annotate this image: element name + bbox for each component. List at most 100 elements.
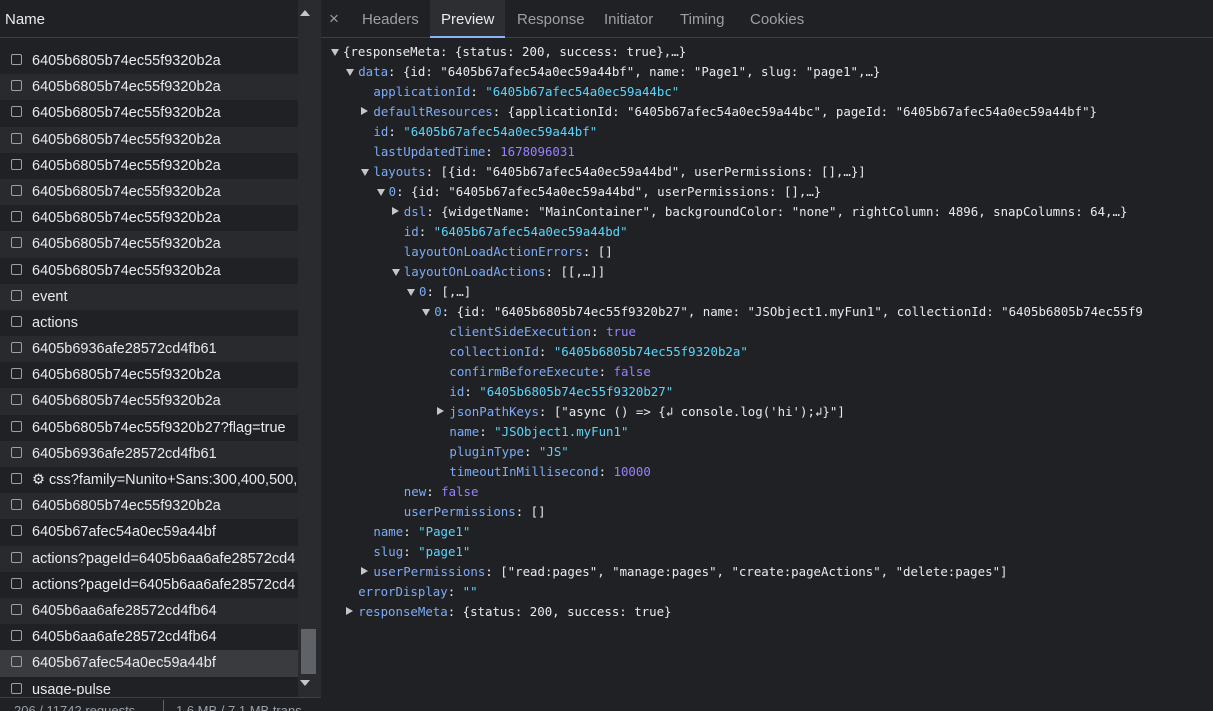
request-list-item[interactable]: 6405b6805b74ec55f9320b2a bbox=[0, 126, 298, 153]
request-list-item[interactable]: 6405b6805b74ec55f9320b2a bbox=[0, 205, 298, 231]
list-item-partial[interactable] bbox=[0, 38, 298, 48]
request-list-item[interactable]: ⚙ css?family=Nunito+Sans:300,400,500, bbox=[0, 467, 298, 493]
request-list-item[interactable]: usage-pulse bbox=[0, 677, 298, 695]
request-list-item[interactable]: 6405b6805b74ec55f9320b2a bbox=[0, 74, 298, 101]
request-list-item[interactable]: event bbox=[0, 283, 298, 310]
request-list-item[interactable]: 6405b6805b74ec55f9320b2a bbox=[0, 178, 298, 206]
json-key: userPermissions bbox=[403, 504, 516, 519]
json-tree-line[interactable]: layouts: [{id: "6405b67afec54a0ec59a44bd… bbox=[361, 162, 866, 182]
scroll-down-arrow-icon[interactable] bbox=[300, 680, 310, 686]
json-tree-line[interactable]: userPermissions: ["read:pages", "manage:… bbox=[361, 562, 1007, 582]
json-tree-line[interactable]: 0: {id: "6405b6805b74ec55f9320b27", name… bbox=[422, 302, 1143, 322]
request-checkbox-icon[interactable] bbox=[11, 473, 22, 484]
request-checkbox-icon[interactable] bbox=[11, 289, 22, 301]
request-list-item[interactable]: 6405b6aa6afe28572cd4fb64 bbox=[0, 624, 298, 650]
collapse-arrow-right-icon[interactable] bbox=[361, 567, 369, 575]
request-checkbox-icon[interactable] bbox=[11, 551, 22, 563]
request-list-item[interactable]: 6405b6936afe28572cd4fb61 bbox=[0, 440, 298, 467]
close-icon[interactable]: × bbox=[329, 9, 339, 29]
request-checkbox-icon[interactable] bbox=[11, 106, 22, 118]
json-value: : bbox=[426, 484, 442, 499]
request-checkbox-icon[interactable] bbox=[11, 577, 22, 589]
collapse-arrow-right-icon[interactable] bbox=[361, 107, 369, 115]
request-checkbox-icon[interactable] bbox=[11, 682, 22, 694]
request-checkbox-icon[interactable] bbox=[11, 211, 22, 223]
request-checkbox-icon[interactable] bbox=[11, 158, 22, 170]
request-checkbox-icon[interactable] bbox=[11, 263, 22, 275]
json-value: : bbox=[524, 444, 539, 459]
json-tree-line[interactable]: dsl: {widgetName: "MainContainer", backg… bbox=[391, 202, 1127, 222]
tab-preview[interactable]: Preview bbox=[430, 0, 506, 38]
request-checkbox-icon[interactable] bbox=[11, 132, 22, 144]
tab-response[interactable]: Response bbox=[506, 0, 596, 38]
collapse-arrow-right-icon[interactable] bbox=[346, 607, 354, 615]
request-list-item[interactable]: 6405b67afec54a0ec59a44bf bbox=[0, 650, 298, 677]
request-checkbox-icon[interactable] bbox=[11, 184, 22, 196]
tab-headers[interactable]: Headers bbox=[351, 0, 430, 38]
json-tree-line: slug: "page1" bbox=[373, 542, 470, 562]
request-list-item[interactable]: 6405b6805b74ec55f9320b27?flag=true bbox=[0, 415, 298, 441]
request-checkbox-icon[interactable] bbox=[11, 630, 22, 642]
request-list-item[interactable]: 6405b6805b74ec55f9320b2a bbox=[0, 153, 298, 179]
request-checkbox-icon[interactable] bbox=[11, 80, 22, 92]
json-tree-line[interactable]: data: {id: "6405b67afec54a0ec59a44bf", n… bbox=[346, 62, 880, 82]
request-list-item[interactable]: 6405b6aa6afe28572cd4fb64 bbox=[0, 597, 298, 625]
expand-arrow-down-icon[interactable] bbox=[407, 289, 415, 296]
json-value: : bbox=[470, 84, 486, 99]
request-list-item[interactable]: actions?pageId=6405b6aa6afe28572cd4 bbox=[0, 572, 298, 598]
json-tree-line[interactable]: layoutOnLoadActions: [[,…]] bbox=[391, 262, 605, 282]
scrollbar-thumb[interactable] bbox=[301, 629, 316, 674]
json-value: "6405b6805b74ec55f9320b27" bbox=[479, 384, 674, 399]
tab-initiator[interactable]: Initiator bbox=[593, 0, 664, 38]
request-list-item[interactable]: actions?pageId=6405b6aa6afe28572cd4 bbox=[0, 545, 298, 572]
request-checkbox-icon[interactable] bbox=[11, 499, 22, 511]
request-list-item[interactable]: 6405b67afec54a0ec59a44bf bbox=[0, 519, 298, 545]
json-tree-line[interactable]: {responseMeta: {status: 200, success: tr… bbox=[331, 42, 687, 62]
expand-arrow-down-icon[interactable] bbox=[391, 269, 400, 276]
json-tree-line[interactable]: 0: [,…] bbox=[407, 282, 471, 302]
json-value: : bbox=[591, 324, 607, 339]
request-list-item[interactable]: 6405b6936afe28572cd4fb61 bbox=[0, 336, 298, 363]
request-list-item[interactable]: 6405b6805b74ec55f9320b2a bbox=[0, 231, 298, 258]
request-checkbox-icon[interactable] bbox=[11, 342, 22, 354]
request-name: 6405b6936afe28572cd4fb61 bbox=[32, 445, 217, 462]
expand-arrow-down-icon[interactable] bbox=[346, 69, 355, 76]
expand-arrow-down-icon[interactable] bbox=[331, 49, 339, 56]
request-name: 6405b6805b74ec55f9320b2a bbox=[32, 498, 221, 515]
request-checkbox-icon[interactable] bbox=[11, 315, 22, 327]
json-tree-line[interactable]: defaultResources: {applicationId: "6405b… bbox=[361, 102, 1097, 122]
request-list-item[interactable]: 6405b6805b74ec55f9320b2a bbox=[0, 493, 298, 520]
request-checkbox-icon[interactable] bbox=[11, 394, 22, 406]
request-checkbox-icon[interactable] bbox=[11, 368, 22, 380]
json-tree-line[interactable]: responseMeta: {status: 200, success: tru… bbox=[346, 602, 672, 622]
request-name: 6405b67afec54a0ec59a44bf bbox=[32, 655, 216, 672]
request-checkbox-icon[interactable] bbox=[11, 656, 22, 668]
json-value: "JSObject1.myFun1" bbox=[494, 424, 629, 439]
expand-arrow-down-icon[interactable] bbox=[361, 169, 370, 176]
tab-cookies[interactable]: Cookies bbox=[739, 0, 815, 38]
request-list-item[interactable]: 6405b6805b74ec55f9320b2a bbox=[0, 362, 298, 388]
expand-arrow-down-icon[interactable] bbox=[376, 189, 385, 196]
tab-timing[interactable]: Timing bbox=[669, 0, 735, 38]
list-scrollbar[interactable] bbox=[298, 0, 321, 697]
name-column-header[interactable]: Name bbox=[0, 0, 298, 38]
collapse-arrow-right-icon[interactable] bbox=[437, 407, 445, 415]
request-list-item[interactable]: actions bbox=[0, 310, 298, 336]
expand-arrow-down-icon[interactable] bbox=[422, 309, 431, 316]
collapse-arrow-right-icon[interactable] bbox=[391, 207, 399, 215]
request-list-item[interactable]: 6405b6805b74ec55f9320b2a bbox=[0, 388, 298, 415]
scroll-up-arrow-icon[interactable] bbox=[300, 10, 310, 16]
request-checkbox-icon[interactable] bbox=[11, 525, 22, 537]
json-tree-line[interactable]: 0: {id: "6405b67afec54a0ec59a44bd", user… bbox=[376, 182, 821, 202]
request-checkbox-icon[interactable] bbox=[11, 54, 22, 65]
json-value: {responseMeta: {status: 200, success: tr… bbox=[343, 44, 687, 59]
json-key: confirmBeforeExecute bbox=[449, 364, 599, 379]
request-checkbox-icon[interactable] bbox=[11, 420, 22, 432]
request-list-item[interactable]: 6405b6805b74ec55f9320b2a bbox=[0, 100, 298, 126]
request-checkbox-icon[interactable] bbox=[11, 603, 22, 615]
request-checkbox-icon[interactable] bbox=[11, 446, 22, 458]
request-list-item[interactable]: 6405b6805b74ec55f9320b2a bbox=[0, 258, 298, 284]
request-list-item[interactable]: 6405b6805b74ec55f9320b2a bbox=[0, 48, 298, 74]
json-tree-line[interactable]: jsonPathKeys: ["async () => {↲ console.l… bbox=[437, 402, 845, 422]
request-checkbox-icon[interactable] bbox=[11, 237, 22, 249]
